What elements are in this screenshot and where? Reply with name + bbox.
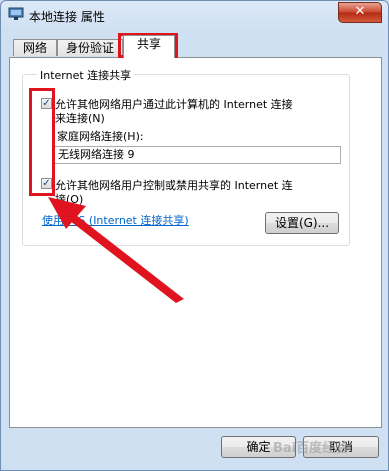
tab-label: 共享	[136, 37, 161, 51]
tab-sharing[interactable]: 共享	[123, 35, 175, 58]
arrow-shaft	[69, 215, 184, 303]
annotation-arrow	[48, 197, 184, 303]
